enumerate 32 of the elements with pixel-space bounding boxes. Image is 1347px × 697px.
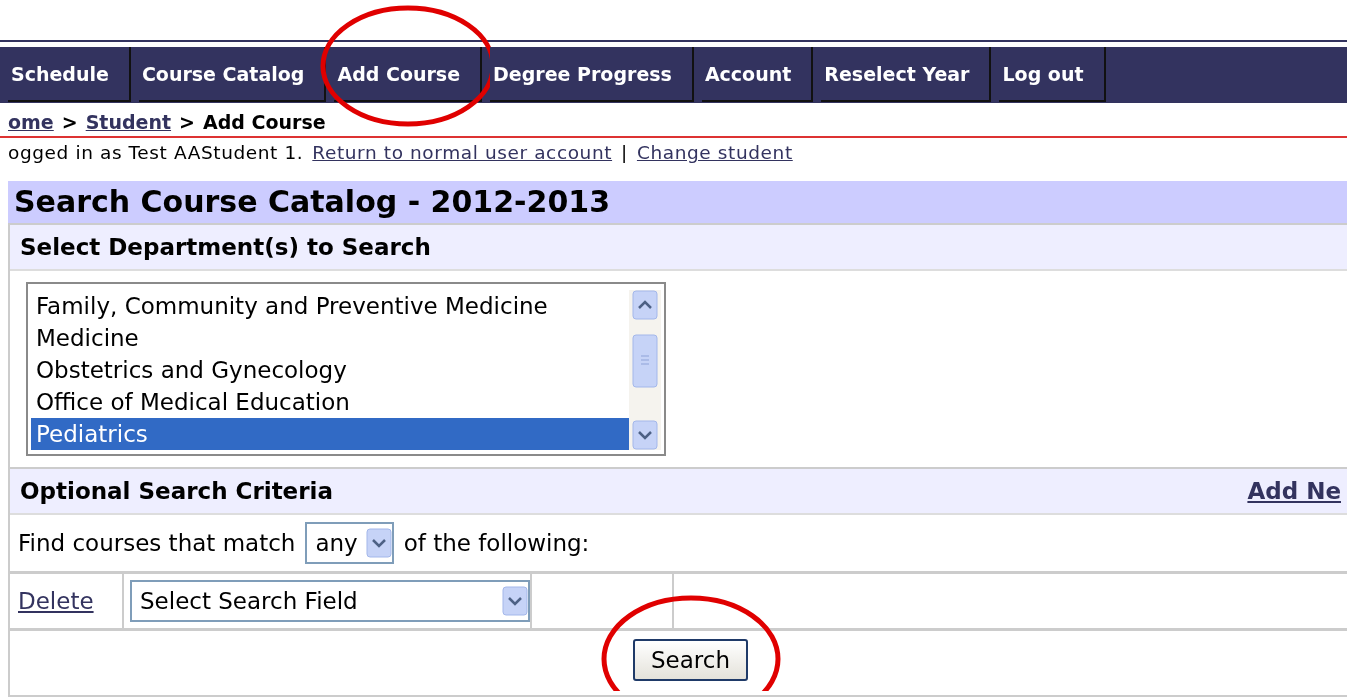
add-new-link[interactable]: Add Ne [1247, 478, 1341, 504]
department-option[interactable]: Family, Community and Preventive Medicine [31, 290, 629, 322]
nav-tab[interactable]: Course Catalog [138, 47, 327, 102]
section-heading: Select Department(s) to Search [20, 234, 431, 260]
nav-tab[interactable]: Add Course [334, 47, 483, 102]
department-option[interactable]: Obstetrics and Gynecology [31, 354, 629, 386]
breadcrumb-separator: > [61, 111, 78, 133]
department-option[interactable]: Medicine [31, 322, 629, 354]
breadcrumb-link[interactable]: ome [8, 111, 54, 133]
breadcrumb-separator: > [179, 111, 195, 133]
nav-tab[interactable]: Log out [999, 47, 1106, 102]
delete-link[interactable]: Delete [18, 588, 94, 614]
breadcrumb-link[interactable]: Student [85, 111, 172, 133]
account-link[interactable]: Return to normal user account [312, 142, 613, 172]
nav-tab[interactable]: Degree Progress [490, 47, 694, 102]
nav-tab[interactable]: Reselect Year [821, 47, 992, 102]
account-link[interactable]: Change student [636, 142, 793, 172]
nav-tab[interactable]: Account [701, 47, 814, 102]
breadcrumb-current: Add Course [203, 111, 326, 133]
match-dropdown[interactable]: any [305, 522, 394, 564]
search-field-dropdown[interactable]: Select Search Field [130, 580, 530, 622]
department-option[interactable]: Pediatrics [31, 418, 629, 450]
search-button[interactable]: Search [633, 639, 748, 681]
match-label: Find courses that match [18, 530, 296, 556]
match-label: of the following: [403, 530, 590, 556]
login-status: ogged in as Test AAStudent 1. [8, 142, 304, 165]
nav-tab[interactable]: Schedule [8, 47, 131, 102]
section-heading: Optional Search Criteria [20, 478, 333, 504]
department-option[interactable]: Office of Medical Education [31, 386, 629, 418]
page-title: Search Course Catalog - 2012-2013 [8, 181, 1347, 223]
link-separator: | [621, 142, 628, 165]
department-listbox[interactable]: Family, Community and Preventive Medicine Medicine Obstetrics and Gynecology Office of Medical Education Pediatrics [26, 282, 666, 456]
